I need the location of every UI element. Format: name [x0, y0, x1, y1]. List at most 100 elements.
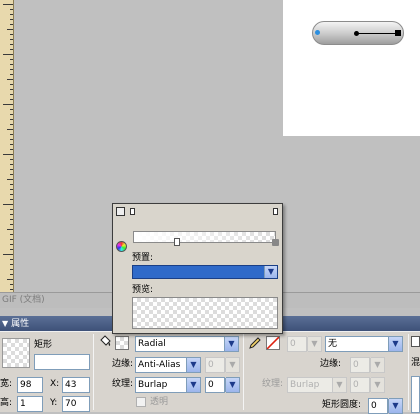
preset-select[interactable]: ▼ — [132, 265, 278, 279]
collapse-triangle-icon[interactable]: ▼ — [2, 316, 8, 331]
ruler-tick — [7, 279, 13, 280]
ruler-tick — [10, 64, 13, 65]
fill-texture-label: 纹理: — [112, 379, 134, 389]
ruler-tick — [7, 229, 13, 230]
stroke-edge-amount-value: 0 — [353, 360, 359, 370]
gradient-stop-marker[interactable] — [273, 208, 278, 215]
ruler-tick — [10, 269, 13, 270]
x-input[interactable]: 43 — [62, 377, 90, 393]
ruler-tick — [10, 144, 13, 145]
fill-type-select[interactable]: Radial ▼ — [135, 336, 239, 352]
width-input[interactable]: 98 — [17, 377, 43, 393]
rect-roundness-value: 0 — [371, 401, 377, 411]
ruler-tick — [3, 4, 13, 5]
y-input[interactable]: 70 — [62, 396, 90, 412]
stroke-type-select[interactable]: 无 ▼ — [325, 336, 403, 352]
ruler-tick — [10, 219, 13, 220]
panel-separator — [93, 334, 94, 410]
ruler-tick — [10, 114, 13, 115]
stroke-texture-amount-value: 0 — [353, 380, 359, 390]
height-label: 高: — [0, 398, 13, 408]
ruler-tick — [10, 259, 13, 260]
ruler-tick — [7, 179, 13, 180]
ruler-tick — [10, 109, 13, 110]
chevron-down-icon[interactable]: ▼ — [264, 266, 277, 278]
ruler-tick — [10, 289, 13, 290]
ruler-tick — [10, 84, 13, 85]
shape-name-input[interactable] — [34, 354, 90, 370]
ruler-tick — [10, 199, 13, 200]
chevron-down-icon: ▼ — [307, 337, 321, 351]
properties-panel: 矩形 宽: 98 X: 43 高: 1 Y: 70 Radial ▼ 边缘: A… — [0, 331, 420, 414]
pencil-icon — [248, 336, 262, 350]
stroke-texture-value: Burlap — [290, 380, 320, 390]
transparent-checkbox[interactable] — [136, 397, 146, 407]
ruler-tick — [10, 274, 13, 275]
gradient-stop-marker[interactable] — [130, 208, 135, 215]
ruler-tick — [10, 164, 13, 165]
panel-separator — [243, 334, 244, 410]
ruler-tick — [10, 239, 13, 240]
ruler-tick — [10, 74, 13, 75]
y-label: Y: — [50, 398, 58, 408]
gradient-ramp-fill — [134, 232, 275, 242]
fill-texture-amount-stepper[interactable]: ▼ — [225, 377, 240, 393]
gradient-swap-icon[interactable] — [116, 207, 125, 216]
chevron-down-icon[interactable]: ▼ — [186, 358, 200, 372]
gradient-preview — [132, 297, 278, 329]
chevron-down-icon[interactable]: ▼ — [225, 378, 239, 392]
ruler-tick — [10, 94, 13, 95]
no-color-icon[interactable] — [266, 336, 280, 350]
stroke-type-value: 无 — [328, 339, 338, 349]
stroke-amount-stepper: ▼ — [307, 336, 322, 352]
opacity-stop-marker[interactable] — [174, 238, 180, 246]
ruler-tick — [10, 249, 13, 250]
ruler-tick — [7, 29, 13, 30]
gradient-center-handle[interactable] — [354, 31, 359, 36]
preset-label: 预置: — [132, 253, 154, 263]
panel-title-text: 属性 — [11, 319, 30, 329]
transparent-label: 透明 — [150, 397, 169, 407]
stroke-edge-label: 边缘: — [320, 359, 342, 369]
ruler-tick — [10, 24, 13, 25]
chevron-down-icon[interactable]: ▼ — [388, 399, 402, 413]
gradient-start-handle[interactable] — [315, 30, 320, 35]
filters-list[interactable] — [411, 376, 420, 413]
gradient-end-handle[interactable] — [395, 30, 401, 36]
fill-texture-value: Burlap — [138, 380, 168, 390]
fill-edge-amount-stepper: ▼ — [225, 357, 240, 373]
ruler-tick — [10, 244, 13, 245]
ruler-tick — [10, 184, 13, 185]
fill-texture-select[interactable]: Burlap ▼ — [135, 377, 201, 393]
gradient-edit-popup: 预置: ▼ 预览: — [112, 203, 283, 334]
chevron-down-icon: ▼ — [370, 378, 384, 392]
chevron-down-icon[interactable]: ▼ — [186, 378, 200, 392]
fill-edge-select[interactable]: Anti-Alias ▼ — [135, 357, 201, 373]
fill-texture-amount-input[interactable]: 0 — [205, 377, 225, 393]
chevron-down-icon[interactable]: ▼ — [224, 337, 238, 351]
stroke-texture-amount-stepper: ▼ — [370, 377, 385, 393]
stroke-texture-select: Burlap ▼ — [287, 377, 347, 393]
ruler-tick — [10, 99, 13, 100]
chevron-down-icon[interactable]: ▼ — [388, 337, 402, 351]
filters-panel-icon[interactable] — [411, 336, 420, 347]
ruler-tick — [10, 124, 13, 125]
ruler-tick — [7, 129, 13, 130]
ruler-tick — [10, 194, 13, 195]
ruler-tick — [10, 9, 13, 10]
ruler-tick — [10, 264, 13, 265]
gradient-ramp-bar[interactable] — [133, 231, 276, 243]
ruler-tick — [10, 214, 13, 215]
chevron-down-icon: ▼ — [370, 358, 384, 372]
ruler-tick — [10, 169, 13, 170]
vertical-ruler[interactable] — [0, 0, 14, 292]
fill-edge-label: 边缘: — [112, 359, 134, 369]
fill-texture-amount-value: 0 — [208, 380, 214, 390]
fill-edge-value: Anti-Alias — [138, 360, 181, 370]
color-wheel-icon[interactable] — [116, 241, 127, 252]
ruler-tick — [10, 139, 13, 140]
height-input[interactable]: 1 — [17, 396, 43, 412]
lock-icon — [272, 239, 279, 246]
ruler-tick — [3, 104, 13, 105]
fill-color-swatch[interactable] — [115, 336, 129, 350]
